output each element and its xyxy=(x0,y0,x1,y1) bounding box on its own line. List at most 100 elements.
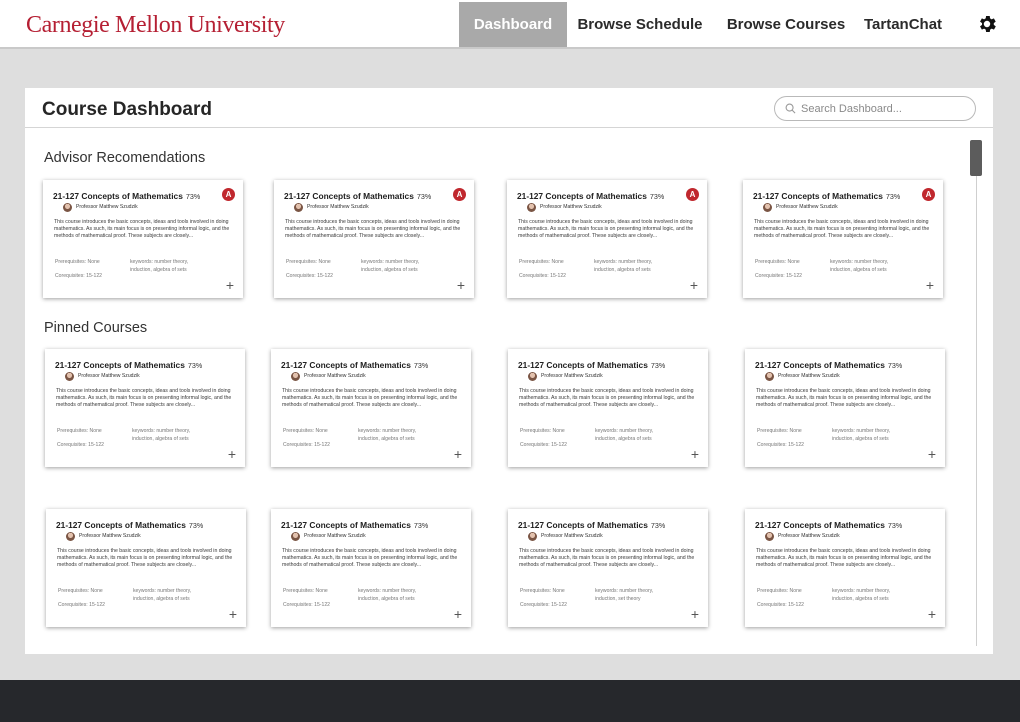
add-course-button[interactable]: + xyxy=(928,607,936,621)
course-code-name: 21-127 Concepts of Mathematics xyxy=(56,520,186,530)
add-course-button[interactable]: + xyxy=(228,447,236,461)
section-title-pinned: Pinned Courses xyxy=(44,320,148,336)
course-title[interactable]: 21-127 Concepts of Mathematics 73% xyxy=(281,360,428,370)
search-icon xyxy=(785,103,796,114)
course-title[interactable]: 21-127 Concepts of Mathematics 73% xyxy=(281,520,428,530)
search-box[interactable] xyxy=(774,96,976,121)
course-card[interactable]: 21-127 Concepts of Mathematics 73% Profess… xyxy=(271,349,471,467)
course-code-name: 21-127 Concepts of Mathematics xyxy=(755,520,885,530)
course-code-name: 21-127 Concepts of Mathematics xyxy=(55,360,185,370)
nav-dashboard[interactable]: Dashboard xyxy=(459,2,567,47)
add-course-button[interactable]: + xyxy=(691,607,699,621)
prerequisites: Prerequisites: None xyxy=(520,428,565,434)
course-title[interactable]: 21-127 Concepts of Mathematics 73% xyxy=(53,191,200,201)
keywords: keywords: number theory, induction, alge… xyxy=(595,428,654,442)
course-title[interactable]: 21-127 Concepts of Mathematics 73% xyxy=(518,520,665,530)
course-description: This course introduces the basic concept… xyxy=(519,548,695,569)
course-description: This course introduces the basic concept… xyxy=(754,219,930,240)
course-percentage: 73% xyxy=(650,361,666,370)
corequisites: Corequisites: 15-122 xyxy=(757,442,805,448)
avatar xyxy=(763,203,772,212)
add-course-button[interactable]: + xyxy=(457,278,465,292)
course-card[interactable]: 21-127 Concepts of Mathematics 73% Profess… xyxy=(745,509,945,627)
professor-name: Professor Matthew Szudzik xyxy=(541,533,603,539)
course-title[interactable]: 21-127 Concepts of Mathematics 73% xyxy=(755,360,902,370)
course-title[interactable]: 21-127 Concepts of Mathematics 73% xyxy=(284,191,431,201)
search-input[interactable] xyxy=(801,100,969,117)
corequisites: Corequisites: 15-122 xyxy=(283,602,331,608)
professor-name: Professor Matthew Szudzik xyxy=(778,373,840,379)
course-title[interactable]: 21-127 Concepts of Mathematics 73% xyxy=(56,520,203,530)
advisor-badge-icon: A xyxy=(686,188,699,201)
add-course-button[interactable]: + xyxy=(690,278,698,292)
advisor-badge-icon: A xyxy=(222,188,235,201)
avatar xyxy=(765,372,774,381)
course-code-name: 21-127 Concepts of Mathematics xyxy=(281,360,411,370)
add-course-button[interactable]: + xyxy=(226,278,234,292)
course-description: This course introduces the basic concept… xyxy=(57,548,233,569)
add-course-button[interactable]: + xyxy=(454,447,462,461)
professor-name: Professor Matthew Szudzik xyxy=(307,204,369,210)
gear-icon[interactable] xyxy=(976,13,998,35)
course-title[interactable]: 21-127 Concepts of Mathematics 73% xyxy=(518,360,665,370)
course-card[interactable]: 21-127 Concepts of Mathematics 73% Profess… xyxy=(508,509,708,627)
add-course-button[interactable]: + xyxy=(928,447,936,461)
corequisites: Corequisites: 15-122 xyxy=(520,442,568,448)
corequisites: Corequisites: 15-122 xyxy=(520,602,568,608)
advisor-badge-icon: A xyxy=(453,188,466,201)
course-title[interactable]: 21-127 Concepts of Mathematics 73% xyxy=(517,191,664,201)
keywords: keywords: number theory, induction, alge… xyxy=(594,259,653,273)
course-code-name: 21-127 Concepts of Mathematics xyxy=(755,360,885,370)
course-card[interactable]: 21-127 Concepts of Mathematics 73% Profess… xyxy=(508,349,708,467)
university-logo[interactable]: Carnegie Mellon University xyxy=(26,12,285,39)
keywords: keywords: number theory, induction, alge… xyxy=(133,588,192,602)
course-card[interactable]: 21-127 Concepts of Mathematics 73% A Profes… xyxy=(274,180,474,298)
course-percentage: 73% xyxy=(887,361,903,370)
add-course-button[interactable]: + xyxy=(691,447,699,461)
course-card[interactable]: 21-127 Concepts of Mathematics 73% Profess… xyxy=(745,349,945,467)
course-title[interactable]: 21-127 Concepts of Mathematics 73% xyxy=(753,191,900,201)
professor-name: Professor Matthew Szudzik xyxy=(778,533,840,539)
avatar xyxy=(63,203,72,212)
course-code-name: 21-127 Concepts of Mathematics xyxy=(281,520,411,530)
keywords: keywords: number theory, induction, alge… xyxy=(358,588,417,602)
course-code-name: 21-127 Concepts of Mathematics xyxy=(517,191,647,201)
course-title[interactable]: 21-127 Concepts of Mathematics 73% xyxy=(755,520,902,530)
nav-tartanchat[interactable]: TartanChat xyxy=(858,2,948,47)
course-card[interactable]: 21-127 Concepts of Mathematics 73% A Profes… xyxy=(507,180,707,298)
course-title[interactable]: 21-127 Concepts of Mathematics 73% xyxy=(55,360,202,370)
nav-browse-schedule[interactable]: Browse Schedule xyxy=(572,2,708,47)
scrollbar-thumb[interactable] xyxy=(970,140,982,176)
course-percentage: 73% xyxy=(416,192,432,201)
add-course-button[interactable]: + xyxy=(229,607,237,621)
keywords: keywords: number theory, induction, alge… xyxy=(830,259,889,273)
keywords: keywords: number theory, induction, alge… xyxy=(132,428,191,442)
course-card[interactable]: 21-127 Concepts of Mathematics 73% Profess… xyxy=(45,349,245,467)
keywords: keywords: number theory, induction, alge… xyxy=(832,588,891,602)
course-percentage: 73% xyxy=(413,521,429,530)
professor-name: Professor Matthew Szudzik xyxy=(79,533,141,539)
prerequisites: Prerequisites: None xyxy=(283,428,328,434)
course-percentage: 73% xyxy=(413,361,429,370)
course-description: This course introduces the basic concept… xyxy=(282,388,458,409)
avatar xyxy=(291,372,300,381)
nav-browse-courses[interactable]: Browse Courses xyxy=(722,2,850,47)
avatar xyxy=(528,532,537,541)
add-course-button[interactable]: + xyxy=(454,607,462,621)
keywords: keywords: number theory, induction, alge… xyxy=(358,428,417,442)
prerequisites: Prerequisites: None xyxy=(55,259,100,265)
course-percentage: 73% xyxy=(188,521,204,530)
course-card[interactable]: 21-127 Concepts of Mathematics 73% Profess… xyxy=(46,509,246,627)
add-course-button[interactable]: + xyxy=(926,278,934,292)
avatar xyxy=(294,203,303,212)
keywords: keywords: number theory, induction, alge… xyxy=(130,259,189,273)
course-card[interactable]: 21-127 Concepts of Mathematics 73% A Profes… xyxy=(43,180,243,298)
course-card[interactable]: 21-127 Concepts of Mathematics 73% Profess… xyxy=(271,509,471,627)
scroll-track[interactable] xyxy=(976,170,977,646)
course-percentage: 73% xyxy=(185,192,201,201)
course-card[interactable]: 21-127 Concepts of Mathematics 73% A Profes… xyxy=(743,180,943,298)
top-nav-bar: Carnegie Mellon University Dashboard Bro… xyxy=(0,0,1020,49)
course-percentage: 73% xyxy=(650,521,666,530)
course-description: This course introduces the basic concept… xyxy=(756,388,932,409)
prerequisites: Prerequisites: None xyxy=(757,428,802,434)
